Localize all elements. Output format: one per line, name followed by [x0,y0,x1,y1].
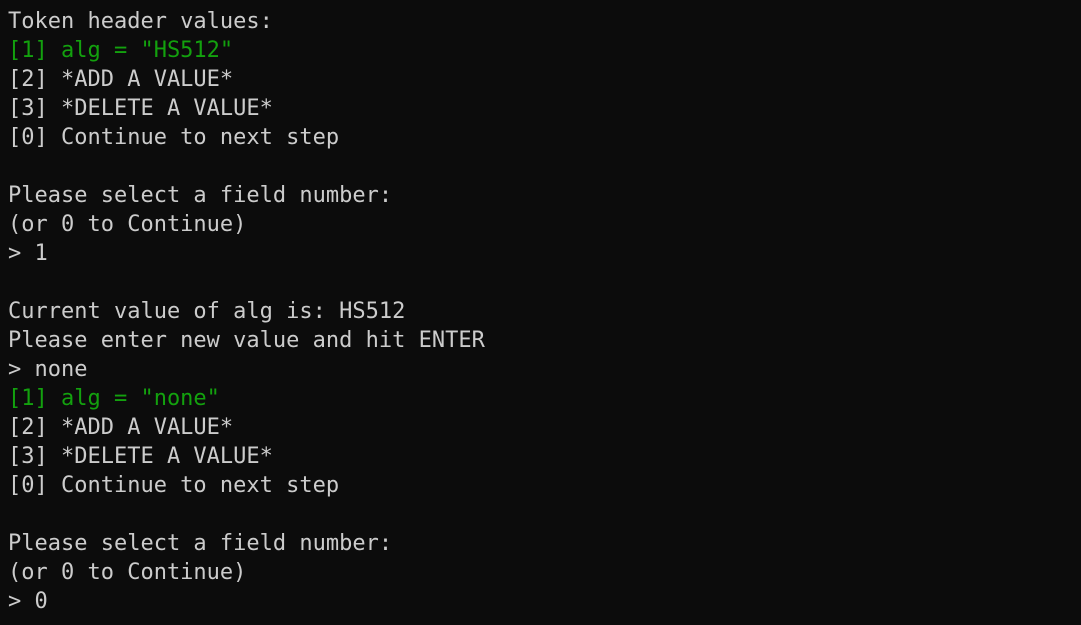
select-prompt-line: Please select a field number: [8,531,393,556]
add-value-option-line: [2] *ADD A VALUE* [8,415,234,440]
header-title-line: Token header values: [8,9,273,34]
enter-value-prompt-line: Please enter new value and hit ENTER [8,328,485,353]
continue-option-line: [0] Continue to next step [8,125,340,150]
continue-hint-line: (or 0 to Continue) [8,212,247,237]
field-alg-line: [1] alg = "HS512" [8,38,234,63]
current-value-line: Current value of alg is: HS512 [8,299,406,324]
user-input-line: > none [8,357,88,382]
delete-value-option-line: [3] *DELETE A VALUE* [8,96,273,121]
add-value-option-line: [2] *ADD A VALUE* [8,67,234,92]
user-input-line: > 0 [8,589,48,614]
continue-hint-line: (or 0 to Continue) [8,560,247,585]
field-alg-line: [1] alg = "none" [8,386,220,411]
user-input-line: > 1 [8,241,48,266]
select-prompt-line: Please select a field number: [8,183,393,208]
continue-option-line: [0] Continue to next step [8,473,340,498]
delete-value-option-line: [3] *DELETE A VALUE* [8,444,273,469]
terminal-output[interactable]: Token header values: [1] alg = "HS512" [… [0,0,1081,625]
